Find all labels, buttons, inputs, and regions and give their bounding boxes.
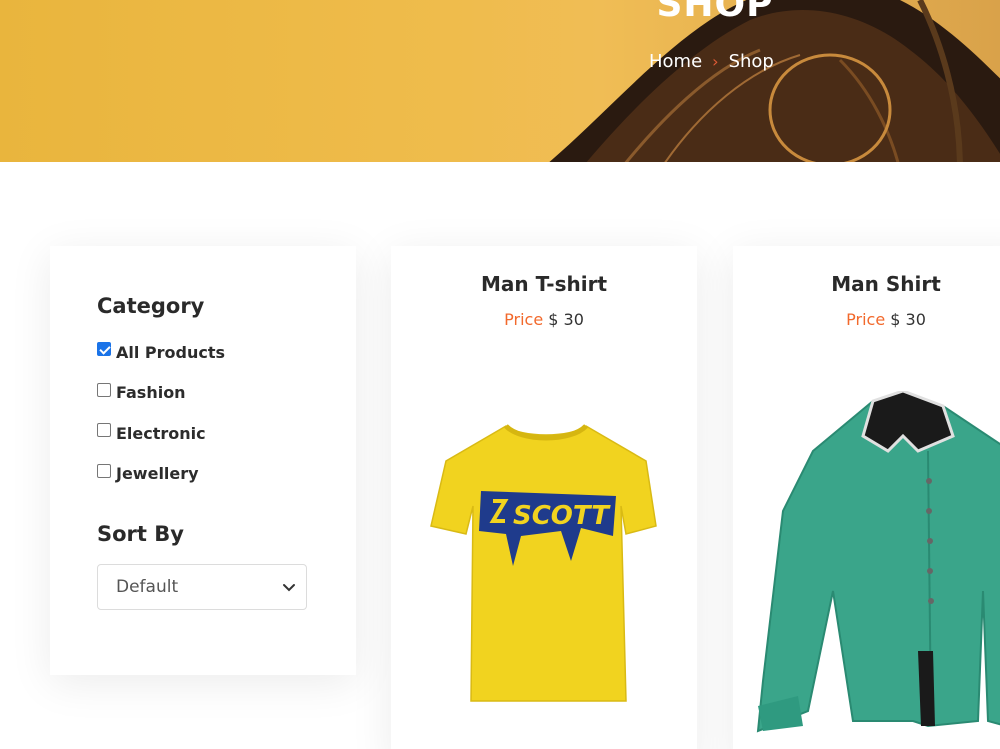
price-label: Price	[846, 310, 886, 329]
chevron-down-icon	[283, 584, 295, 592]
category-option-fashion[interactable]: Fashion	[97, 373, 309, 414]
page-title: SHOP	[656, 0, 774, 25]
product-name[interactable]: Man T-shirt	[391, 272, 697, 296]
page-banner: SHOP Home › Shop	[0, 0, 1000, 162]
filter-sidebar: Category All Products Fashion Electronic…	[50, 246, 356, 675]
green-shirt-image[interactable]	[753, 391, 1000, 736]
category-option-jewellery[interactable]: Jewellery	[97, 454, 309, 495]
sort-heading: Sort By	[97, 522, 184, 546]
category-label: Jewellery	[116, 464, 199, 484]
breadcrumb-home-link[interactable]: Home	[649, 51, 702, 72]
product-price: Price $ 30	[733, 310, 1000, 329]
checkbox-fashion[interactable]	[97, 382, 111, 397]
category-option-all-products[interactable]: All Products	[97, 332, 309, 373]
category-label: Fashion	[116, 383, 186, 403]
price-label: Price	[504, 310, 544, 329]
category-label: All Products	[116, 342, 226, 362]
price-value: $ 30	[548, 310, 584, 329]
category-label: Electronic	[116, 423, 206, 443]
breadcrumb-separator-icon: ›	[712, 52, 719, 71]
price-value: $ 30	[890, 310, 926, 329]
checkbox-electronic[interactable]	[97, 423, 111, 438]
category-list: All Products Fashion Electronic Jeweller…	[97, 332, 309, 494]
sort-select-value: Default	[116, 577, 179, 597]
checkbox-jewellery[interactable]	[97, 463, 111, 478]
sort-select[interactable]: Default	[97, 564, 307, 610]
product-card[interactable]: Man Shirt Price $ 30	[733, 246, 1000, 749]
checkbox-all-products[interactable]	[97, 342, 111, 357]
tshirt-print-text: SCOTT	[513, 501, 611, 531]
yellow-tshirt-image[interactable]: SCOTT	[421, 396, 671, 711]
breadcrumb: Home › Shop	[649, 51, 774, 72]
category-option-electronic[interactable]: Electronic	[97, 413, 309, 454]
product-name[interactable]: Man Shirt	[733, 272, 1000, 296]
category-heading: Category	[97, 294, 205, 318]
breadcrumb-current: Shop	[728, 51, 774, 72]
product-price: Price $ 30	[391, 310, 697, 329]
product-card[interactable]: Man T-shirt Price $ 30 SCOTT	[391, 246, 697, 749]
